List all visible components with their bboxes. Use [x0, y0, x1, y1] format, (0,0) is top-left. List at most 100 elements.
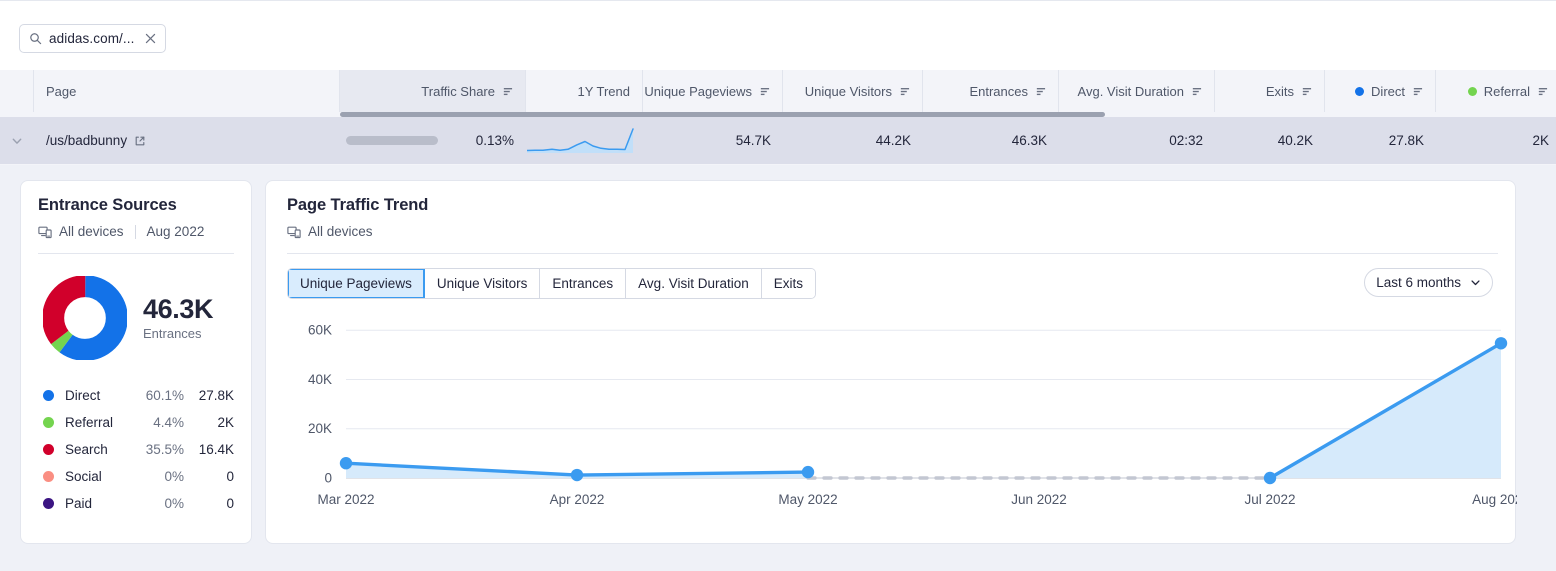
row-referral-cell: 2K — [1436, 117, 1556, 164]
legend-item-paid[interactable]: Paid 0% 0 — [43, 490, 234, 517]
row-exits-cell: 40.2K — [1215, 117, 1325, 164]
sort-icon[interactable] — [1412, 86, 1423, 97]
column-label: Page — [46, 84, 76, 99]
tab-label: Unique Visitors — [437, 276, 528, 291]
page-traffic-trend-title: Page Traffic Trend — [287, 196, 1498, 215]
legend-label: Search — [65, 442, 132, 457]
paid-color-dot — [43, 498, 54, 509]
chart-data-point[interactable] — [1264, 472, 1276, 484]
column-label: Exits — [1266, 84, 1294, 99]
period-selector[interactable]: Last 6 months — [1364, 268, 1493, 297]
column-header-referral[interactable]: Referral — [1436, 70, 1556, 112]
tab-avg-visit-duration[interactable]: Avg. Visit Duration — [626, 269, 762, 298]
all-devices-icon — [38, 225, 52, 239]
y-axis-tick-label: 20K — [308, 421, 332, 436]
trend-chart-svg: 020K40K60KMar 2022Apr 2022May 2022Jun 20… — [266, 305, 1517, 525]
sort-icon[interactable] — [502, 86, 513, 97]
chart-data-point[interactable] — [1495, 337, 1507, 349]
column-label: Referral — [1484, 84, 1530, 99]
tab-label: Avg. Visit Duration — [638, 276, 749, 291]
legend-item-referral[interactable]: Referral 4.4% 2K — [43, 409, 234, 436]
column-label: Avg. Visit Duration — [1078, 84, 1184, 99]
column-label: Unique Visitors — [805, 84, 892, 99]
search-color-dot — [43, 444, 54, 455]
row-page-cell[interactable]: /us/badbunny — [34, 117, 340, 164]
divider — [135, 225, 136, 239]
x-axis-tick-label: Mar 2022 — [317, 492, 374, 507]
entrance-sources-card: Entrance Sources All devices Aug 2022 — [20, 180, 252, 544]
top-bar: adidas.com/... — [0, 0, 1556, 70]
entrance-sources-subtitle: All devices Aug 2022 — [38, 224, 234, 239]
traffic-trend-chart: 020K40K60KMar 2022Apr 2022May 2022Jun 20… — [266, 305, 1517, 525]
column-header-unique-pageviews[interactable]: Unique Pageviews — [643, 70, 783, 112]
row-1y-trend-cell — [526, 117, 643, 164]
tab-unique-visitors[interactable]: Unique Visitors — [425, 269, 541, 298]
page-url-link[interactable]: /us/badbunny — [46, 133, 127, 148]
legend-item-search[interactable]: Search 35.5% 16.4K — [43, 436, 234, 463]
tab-label: Entrances — [552, 276, 613, 291]
sort-icon[interactable] — [1301, 86, 1312, 97]
sort-icon[interactable] — [759, 86, 770, 97]
direct-color-dot — [43, 390, 54, 401]
sort-icon[interactable] — [1035, 86, 1046, 97]
row-traffic-share-cell: 0.13% — [340, 117, 526, 164]
legend-percent: 4.4% — [132, 415, 184, 430]
page-traffic-trend-devices: All devices — [308, 224, 373, 239]
x-axis-tick-label: Aug 2022 — [1472, 492, 1517, 507]
x-axis-tick-label: May 2022 — [778, 492, 837, 507]
tab-entrances[interactable]: Entrances — [540, 269, 626, 298]
column-header-entrances[interactable]: Entrances — [923, 70, 1059, 112]
row-unique-visitors-cell: 44.2K — [783, 117, 923, 164]
exits-value: 40.2K — [1278, 133, 1313, 148]
column-header-1y-trend[interactable]: 1Y Trend — [526, 70, 643, 112]
chevron-down-icon[interactable] — [11, 135, 23, 147]
search-input-value[interactable]: adidas.com/... — [49, 31, 134, 46]
legend-label: Paid — [65, 496, 132, 511]
legend-percent: 60.1% — [132, 388, 184, 403]
row-entrances-cell: 46.3K — [923, 117, 1059, 164]
legend-item-direct[interactable]: Direct 60.1% 27.8K — [43, 382, 234, 409]
table-row[interactable]: /us/badbunny 0.13% — [0, 117, 1556, 164]
sort-icon[interactable] — [1537, 86, 1548, 97]
sort-icon[interactable] — [899, 86, 910, 97]
chart-data-point[interactable] — [340, 457, 352, 469]
entrance-sources-donut-chart — [43, 276, 127, 360]
row-unique-pageviews-cell: 54.7K — [643, 117, 783, 164]
direct-color-dot — [1355, 87, 1364, 96]
column-header-page[interactable]: Page — [34, 70, 340, 112]
entrance-sources-title: Entrance Sources — [38, 196, 234, 215]
chart-data-point[interactable] — [571, 469, 583, 481]
x-axis-tick-label: Apr 2022 — [550, 492, 605, 507]
entrance-sources-period: Aug 2022 — [147, 224, 205, 239]
referral-value: 2K — [1532, 133, 1549, 148]
column-header-direct[interactable]: Direct — [1325, 70, 1436, 112]
column-header-traffic-share[interactable]: Traffic Share — [340, 70, 526, 112]
y-axis-tick-label: 60K — [308, 323, 332, 338]
external-link-icon[interactable] — [134, 135, 146, 147]
avg-visit-duration-value: 02:32 — [1169, 133, 1203, 148]
close-icon[interactable] — [144, 32, 157, 45]
entrance-sources-legend: Direct 60.1% 27.8K Referral 4.4% 2K Sear… — [21, 360, 251, 517]
column-header-unique-visitors[interactable]: Unique Visitors — [783, 70, 923, 112]
tab-label: Exits — [774, 276, 803, 291]
column-header-exits[interactable]: Exits — [1215, 70, 1325, 112]
traffic-share-value: 0.13% — [476, 133, 514, 148]
column-label: Unique Pageviews — [644, 84, 752, 99]
y-axis-tick-label: 0 — [324, 471, 332, 486]
tab-unique-pageviews[interactable]: Unique Pageviews — [288, 269, 425, 298]
all-devices-icon — [287, 225, 301, 239]
search-chip[interactable]: adidas.com/... — [19, 24, 166, 53]
period-selector-value: Last 6 months — [1376, 275, 1461, 290]
legend-value: 27.8K — [184, 388, 234, 403]
tab-exits[interactable]: Exits — [762, 269, 815, 298]
legend-item-social[interactable]: Social 0% 0 — [43, 463, 234, 490]
chart-data-point[interactable] — [802, 466, 814, 478]
sort-icon[interactable] — [1191, 86, 1202, 97]
row-expand-cell[interactable] — [0, 117, 34, 164]
column-header-avg-visit-duration[interactable]: Avg. Visit Duration — [1059, 70, 1215, 112]
table-header-gutter — [0, 70, 34, 112]
search-icon — [29, 32, 42, 45]
entrance-sources-summary: 46.3K Entrances — [21, 254, 251, 360]
table-header-row: Page Traffic Share 1Y Trend Unique Pagev… — [0, 70, 1556, 112]
unique-pageviews-value: 54.7K — [736, 133, 771, 148]
